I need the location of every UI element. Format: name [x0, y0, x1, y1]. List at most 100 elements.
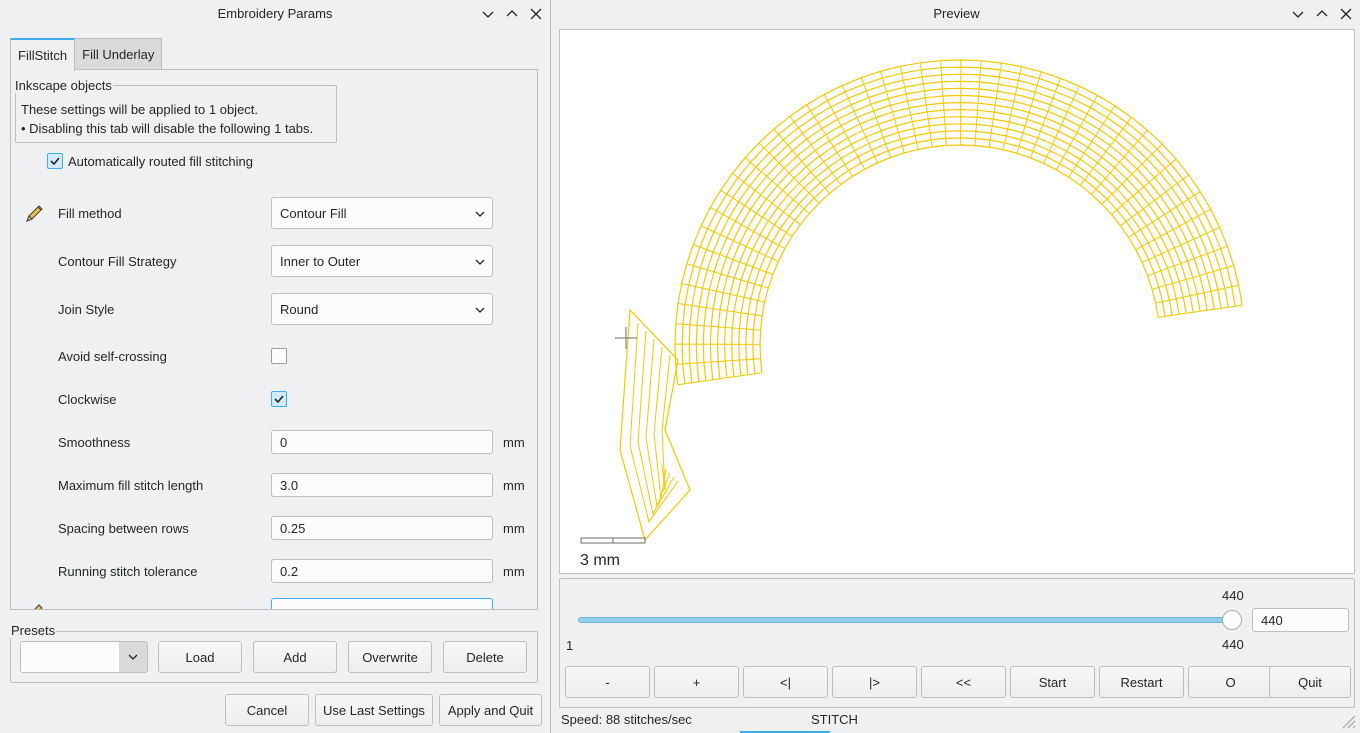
fill-method-value: Contour Fill — [280, 205, 347, 221]
avoid-self-crossing-checkbox[interactable] — [271, 348, 287, 364]
chevron-down-icon — [475, 211, 485, 217]
running-tolerance-field[interactable]: 0.2 — [271, 559, 493, 583]
inkscape-objects-group: These settings will be applied to 1 obje… — [15, 85, 337, 143]
objects-info-line: These settings will be applied to 1 obje… — [21, 102, 259, 117]
minimize-icon[interactable] — [480, 6, 496, 22]
preset-dropdown-button[interactable] — [119, 642, 147, 672]
slider-current-label: 440 — [1222, 637, 1244, 652]
tab-fill-underlay[interactable]: Fill Underlay — [74, 38, 163, 70]
cancel-button[interactable]: Cancel — [225, 694, 309, 726]
preview-titlebar[interactable]: Preview — [553, 0, 1360, 27]
running-tolerance-row: Running stitch tolerance 0.2 mm — [11, 555, 537, 587]
avoid-self-crossing-label: Avoid self-crossing — [58, 348, 167, 364]
smoothness-field[interactable]: 0 — [271, 430, 493, 454]
running-tolerance-unit: mm — [503, 563, 525, 579]
close-icon[interactable] — [1338, 6, 1354, 22]
stitch-row — [723, 108, 1194, 378]
fill-method-select[interactable]: Contour Fill — [271, 197, 493, 229]
tabs-info-line: • Disabling this tab will disable the fo… — [21, 121, 314, 136]
command-status: STITCH — [811, 712, 858, 727]
stitch-cross — [744, 157, 810, 214]
max-stitch-length-field[interactable]: 3.0 — [271, 473, 493, 497]
maximize-icon[interactable] — [504, 6, 520, 22]
join-style-select[interactable]: Round — [271, 293, 493, 325]
smoothness-unit: mm — [503, 434, 525, 450]
start-button[interactable]: Start — [1010, 666, 1095, 698]
quit-preview-button[interactable]: Quit — [1269, 666, 1351, 698]
fill-method-label: Fill method — [58, 205, 122, 221]
scale-bar-icon — [580, 537, 646, 544]
row-spacing-field[interactable]: 0.25 — [271, 516, 493, 540]
stitch-cross — [1091, 129, 1148, 195]
stitch-tail-row — [637, 330, 675, 516]
chevron-down-icon — [475, 307, 485, 313]
toggle-o-button[interactable]: O — [1188, 666, 1273, 698]
params-window-title: Embroidery Params — [217, 6, 333, 21]
maximize-icon[interactable] — [1314, 6, 1330, 22]
stitch-number-field[interactable]: 440 — [1252, 608, 1349, 632]
stitch-slider-handle[interactable] — [1222, 610, 1242, 630]
partial-select-value: Bo — [280, 607, 296, 610]
stitch-cross — [1016, 71, 1042, 154]
stitch-cross — [732, 173, 801, 225]
add-preset-button[interactable]: Add — [253, 641, 337, 673]
load-preset-button[interactable]: Load — [158, 641, 242, 673]
preset-select[interactable] — [20, 641, 148, 673]
resize-grip-icon[interactable] — [1340, 713, 1356, 729]
params-titlebar[interactable]: Embroidery Params — [0, 0, 550, 27]
crosshair-cursor-icon — [615, 327, 637, 349]
slower-button[interactable]: - — [565, 666, 650, 698]
tab-fillstitch[interactable]: FillStitch — [10, 38, 76, 71]
stitch-row — [702, 87, 1215, 381]
speed-status: Speed: 88 stitches/sec — [561, 712, 692, 727]
inkscape-objects-title: Inkscape objects — [14, 78, 113, 93]
stitch-slider-track[interactable] — [578, 617, 1236, 623]
join-style-row: Join Style Round — [11, 293, 537, 325]
next-command-button[interactable]: |> — [832, 666, 917, 698]
faster-button[interactable]: + — [654, 666, 739, 698]
stitch-cross — [773, 128, 830, 194]
close-icon[interactable] — [528, 6, 544, 22]
clockwise-row: Clockwise — [11, 383, 537, 415]
chevron-down-icon — [128, 654, 138, 660]
stitch-pattern — [619, 59, 1243, 542]
params-tabs: FillStitch Fill Underlay — [10, 38, 163, 71]
auto-routed-option[interactable]: Automatically routed fill stitching — [47, 153, 253, 169]
row-spacing-label: Spacing between rows — [58, 520, 189, 536]
previous-command-button[interactable]: <| — [743, 666, 828, 698]
fill-method-row: Fill method Contour Fill — [11, 197, 537, 229]
auto-routed-checkbox[interactable] — [47, 153, 63, 169]
pencil-icon — [23, 602, 45, 609]
stitch-cross — [686, 263, 769, 289]
preview-statusbar: Speed: 88 stitches/sec STITCH — [553, 708, 1360, 733]
stitch-cross — [1043, 85, 1080, 164]
slider-min-label: 1 — [566, 638, 574, 653]
preview-window: Preview 3 mm 440 440 1 440 - + <| |> << … — [553, 0, 1360, 733]
contour-strategy-select[interactable]: Inner to Outer — [271, 245, 493, 277]
reverse-button[interactable]: << — [921, 666, 1006, 698]
stitch-row — [759, 144, 1159, 373]
partial-select[interactable]: Bo — [271, 598, 493, 610]
max-stitch-length-unit: mm — [503, 477, 525, 493]
scale-label: 3 mm — [580, 552, 620, 569]
minimize-icon[interactable] — [1290, 6, 1306, 22]
stitch-preview-canvas[interactable]: 3 mm — [559, 29, 1355, 574]
use-last-settings-button[interactable]: Use Last Settings — [315, 694, 433, 726]
overwrite-preset-button[interactable]: Overwrite — [348, 641, 432, 673]
clockwise-checkbox[interactable] — [271, 391, 287, 407]
smoothness-row: Smoothness 0 mm — [11, 426, 537, 458]
delete-preset-button[interactable]: Delete — [443, 641, 527, 673]
running-tolerance-label: Running stitch tolerance — [58, 563, 198, 579]
stitch-row — [745, 130, 1173, 375]
restart-button[interactable]: Restart — [1099, 666, 1184, 698]
stitch-cross — [700, 225, 779, 262]
max-stitch-length-label: Maximum fill stitch length — [58, 477, 204, 493]
contour-strategy-row: Contour Fill Strategy Inner to Outer — [11, 245, 537, 277]
slider-max-label: 440 — [1222, 588, 1244, 603]
row-spacing-unit: mm — [503, 520, 525, 536]
stitch-drawing — [619, 59, 1243, 542]
chevron-down-icon — [475, 259, 485, 265]
contour-strategy-label: Contour Fill Strategy — [58, 253, 177, 269]
preview-window-title: Preview — [933, 6, 980, 21]
apply-and-quit-button[interactable]: Apply and Quit — [439, 694, 542, 726]
